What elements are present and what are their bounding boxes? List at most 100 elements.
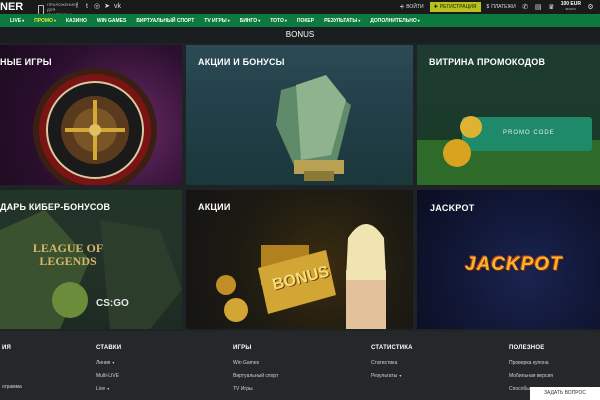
footer-column-bets: СТАВКИ Линия ▾ Multi-LIVE Live ▾: [96, 345, 121, 399]
footer-link[interactable]: ограмма: [2, 384, 22, 390]
nav-item-7[interactable]: ТОТО▾: [270, 18, 287, 24]
nav-item-label: LIVE: [10, 17, 22, 24]
tile-promotions[interactable]: АКЦИИ BONUS: [186, 190, 413, 329]
stats-icon[interactable]: ▤: [535, 3, 542, 11]
footer-heading: СТАВКИ: [96, 345, 122, 351]
tile-title: ДАРЬ КИБЕР-БОНУСОВ: [0, 202, 111, 212]
footer-link-virtual-sport[interactable]: Виртуальный спорт: [233, 373, 278, 379]
caret-down-icon: ▾: [399, 373, 402, 378]
nav-item-label: ПРОМО: [34, 17, 53, 24]
footer-link-label: Live: [96, 386, 106, 392]
login-button[interactable]: ⎆ ВОЙТИ: [400, 4, 423, 10]
caret-down-icon: ▾: [284, 17, 287, 23]
footer-heading: ИГРЫ: [233, 345, 252, 351]
nav-item-10[interactable]: ДОПОЛНИТЕЛЬНО▾: [370, 18, 420, 24]
footer-link-label: Линия: [96, 360, 111, 366]
footer-link-line[interactable]: Линия ▾: [96, 360, 121, 366]
footer-link-label: Результаты: [371, 373, 398, 379]
nav-item-5[interactable]: TV ИГРЫ▾: [204, 18, 229, 24]
trophy-icon[interactable]: ♛: [548, 3, 555, 11]
footer-link[interactable]: [2, 372, 22, 377]
footer-link[interactable]: [2, 360, 22, 365]
nav-item-9[interactable]: РЕЗУЛЬТАТЫ▾: [324, 18, 360, 24]
promo-code-label: PROMO CODE: [503, 130, 555, 136]
footer-link-mobile-version[interactable]: Мобильная версия: [509, 373, 553, 379]
instagram-icon[interactable]: ◎: [94, 2, 100, 12]
nav-item-label: ВИРТУАЛЬНЫЙ СПОРТ: [136, 17, 195, 24]
caret-down-icon: ▾: [417, 17, 420, 23]
caret-down-icon: ▾: [358, 17, 361, 23]
footer-link-check-coupon[interactable]: Проверка купона: [509, 360, 553, 366]
ask-question-button[interactable]: ЗАДАТЬ ВОПРОС: [530, 387, 600, 400]
caret-down-icon: ▾: [53, 17, 56, 23]
payments-label: ПЛАТЕЖИ: [491, 4, 516, 10]
footer-link-results[interactable]: Результаты ▾: [371, 373, 413, 379]
footer-column-statistics: СТАТИСТИКА Статистика Результаты ▾: [371, 345, 413, 386]
dollar-icon: $: [486, 4, 490, 10]
footer-heading: ИЯ: [2, 345, 12, 351]
page-header: BONUS: [0, 27, 600, 43]
tile-title: АКЦИИ И БОНУСЫ: [198, 57, 285, 67]
social-links: f t ◎ ➤ vk: [74, 2, 121, 12]
nav-item-2[interactable]: КАЗИНО: [66, 18, 87, 24]
facebook-icon[interactable]: f: [74, 2, 80, 12]
telegram-icon[interactable]: ➤: [104, 2, 110, 12]
caret-down-icon: ▾: [258, 17, 261, 23]
nav-item-label: TV ИГРЫ: [204, 17, 227, 24]
nav-item-label: КАЗИНО: [65, 17, 87, 24]
bonus-balance-caption: БОНУС: [565, 7, 577, 11]
login-icon: ⎆: [400, 4, 405, 10]
caret-down-icon: ▾: [112, 360, 115, 365]
league-of-legends-logo: LEAGUE OF LEGENDS: [32, 241, 104, 268]
page-title: BONUS: [285, 30, 315, 39]
user-plus-icon: ✚: [433, 4, 438, 10]
login-label: ВОЙТИ: [406, 4, 424, 10]
tile-title: ВИТРИНА ПРОМОКОДОВ: [429, 57, 546, 67]
tile-jackpot[interactable]: JACKPOT JACKPOT: [417, 190, 600, 329]
site-logo[interactable]: NER: [0, 0, 23, 14]
footer-column-games: ИГРЫ Win Games Виртуальный спорт TV Игры: [233, 345, 278, 399]
nav-item-0[interactable]: LIVE▾: [10, 18, 24, 24]
footer-link-live[interactable]: Live ▾: [96, 386, 121, 392]
footer-heading: СТАТИСТИКА: [371, 345, 413, 351]
nav-item-label: ПОКЕР: [296, 17, 315, 24]
nav-item-8[interactable]: ПОКЕР: [297, 18, 314, 24]
footer-link-tv-games[interactable]: TV Игры: [233, 386, 278, 392]
tile-title: НЫЕ ИГРЫ: [0, 57, 52, 67]
nav-item-label: ТОТО: [270, 17, 284, 24]
nav-item-label: РЕЗУЛЬТАТЫ: [324, 17, 358, 24]
tile-promotions-bonuses[interactable]: АКЦИИ И БОНУСЫ: [186, 45, 413, 185]
tile-title: АКЦИИ: [198, 202, 231, 212]
nav-item-3[interactable]: WIN GAMES: [97, 18, 126, 24]
vk-icon[interactable]: vk: [114, 2, 121, 12]
tile-cyber-bonus-calendar[interactable]: ДАРЬ КИБЕР-БОНУСОВ LEAGUE OF LEGENDS CS:…: [0, 190, 182, 329]
caret-down-icon: ▾: [22, 17, 25, 23]
footer: ИЯ ограмма СТАВКИ Линия ▾ Multi-LIVE Live…: [0, 331, 600, 400]
register-label: РЕГИСТРАЦИЯ: [439, 4, 477, 10]
register-button[interactable]: ✚ РЕГИСТРАЦИЯ: [429, 2, 481, 12]
main-nav: LIVE▾ ПРОМО▾ КАЗИНО WIN GAMES ВИРТУАЛЬНЫЙ СП…: [0, 14, 600, 27]
phone-icon[interactable]: ✆: [522, 3, 529, 11]
twitter-icon[interactable]: t: [84, 2, 90, 12]
csgo-logo: CS:GO: [96, 298, 129, 309]
nav-item-label: WIN GAMES: [96, 17, 127, 24]
footer-heading: ПОЛЕЗНОЕ: [509, 345, 545, 351]
settings-icon[interactable]: ⚙: [587, 3, 594, 11]
tile-promo-code-showcase[interactable]: ВИТРИНА ПРОМОКОДОВ PROMO CODE: [417, 45, 600, 185]
payments-button[interactable]: $ ПЛАТЕЖИ: [487, 4, 516, 10]
nav-item-1[interactable]: ПРОМО▾: [34, 18, 56, 24]
bonus-balance[interactable]: 100 EUR БОНУС: [561, 2, 581, 12]
footer-link-multi-live[interactable]: Multi-LIVE: [96, 373, 121, 379]
smartphone-icon: [38, 4, 44, 15]
footer-link-win-games[interactable]: Win Games: [233, 360, 278, 366]
footer-column-info: ИЯ ограмма: [2, 345, 22, 397]
footer-link-statistics[interactable]: Статистика: [371, 360, 413, 366]
tile-new-games[interactable]: НЫЕ ИГРЫ: [0, 45, 182, 185]
tile-title: JACKPOT: [430, 203, 475, 213]
nav-item-6[interactable]: БИНГО▾: [240, 18, 260, 24]
nav-item-label: ДОПОЛНИТЕЛЬНО: [370, 17, 417, 24]
nav-item-label: БИНГО: [239, 17, 258, 24]
header-actions: ⎆ ВОЙТИ ✚ РЕГИСТРАЦИЯ $ ПЛАТЕЖИ ✆ ▤ ♛ 10…: [400, 0, 594, 14]
nav-item-4[interactable]: ВИРТУАЛЬНЫЙ СПОРТ: [136, 18, 194, 24]
jackpot-logo: JACKPOT: [465, 254, 563, 275]
